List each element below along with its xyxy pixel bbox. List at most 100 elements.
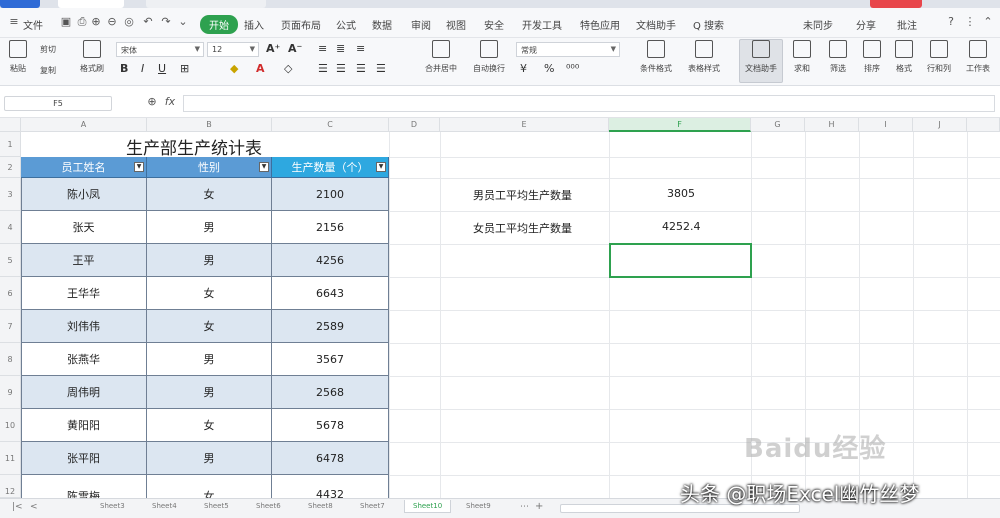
table-cell[interactable]: 黄阳阳 (21, 409, 147, 442)
sync-icon[interactable]: ◎ (123, 16, 135, 28)
bold-icon[interactable]: B (120, 62, 128, 75)
selected-cell-F5[interactable] (609, 243, 752, 278)
table-cell[interactable]: 男 (147, 211, 272, 244)
filter-dropdown-icon[interactable]: ▼ (376, 162, 386, 172)
share-button[interactable]: 分享 (856, 17, 876, 32)
percent-icon[interactable]: % (544, 62, 554, 75)
table-cell[interactable]: 女 (147, 277, 272, 310)
col-header-G[interactable]: G (751, 118, 805, 132)
sheet-tab-10[interactable]: Sheet10 (404, 500, 452, 513)
menu-tab-formulas[interactable]: 公式 (336, 17, 356, 32)
sheet-tab-7[interactable]: Sheet7 (360, 502, 385, 510)
row-header-8[interactable]: 8 (0, 343, 21, 376)
table-cell[interactable]: 刘伟伟 (21, 310, 147, 343)
table-cell[interactable]: 女 (147, 178, 272, 211)
menu-tab-security[interactable]: 安全 (484, 17, 504, 32)
more-sheets-icon[interactable]: ⋯ (520, 502, 529, 512)
row-header-12[interactable]: 12 (0, 475, 21, 498)
increase-font-icon[interactable]: A⁺ (266, 42, 280, 55)
col-header-E[interactable]: E (440, 118, 609, 132)
menu-tab-home[interactable]: 开始 (200, 15, 238, 34)
home-tab[interactable] (0, 0, 40, 8)
comment-button[interactable]: 批注 (897, 17, 917, 32)
row-header-3[interactable]: 3 (0, 178, 21, 211)
table-title[interactable]: 生产部生产统计表 (126, 134, 262, 159)
row-header-11[interactable]: 11 (0, 442, 21, 475)
table-cell[interactable]: 男 (147, 442, 272, 475)
redo-icon[interactable]: ↷ (160, 16, 172, 28)
table-cell[interactable]: 4432 (272, 475, 389, 498)
help-icon[interactable]: ? (945, 16, 957, 28)
sum-button[interactable]: 求和 (786, 40, 818, 74)
row-header-6[interactable]: 6 (0, 277, 21, 310)
table-cell[interactable]: 男 (147, 244, 272, 277)
align-top-icon[interactable]: ≡ (318, 42, 327, 55)
col-header-H[interactable]: H (805, 118, 859, 132)
zoom-icon[interactable]: ⊕ (146, 96, 158, 108)
format-button[interactable]: 格式 (888, 40, 920, 74)
prev-icon[interactable]: < (30, 502, 38, 512)
filter-dropdown-icon[interactable]: ▼ (259, 162, 269, 172)
col-header-I[interactable]: I (859, 118, 913, 132)
table-cell[interactable]: 王华华 (21, 277, 147, 310)
doc-tab-1[interactable] (58, 0, 124, 8)
col-header-D[interactable]: D (389, 118, 440, 132)
format-painter-button[interactable]: 格式刷 (74, 40, 110, 74)
table-cell[interactable]: 2100 (272, 178, 389, 211)
female-average-value[interactable]: 4252.4 (662, 220, 701, 233)
prev-sheet-icon[interactable]: |< (12, 502, 23, 512)
menu-tab-data[interactable]: 数据 (372, 17, 392, 32)
copy-button[interactable]: 复制 (40, 65, 56, 76)
underline-icon[interactable]: U (158, 62, 166, 75)
table-cell[interactable]: 2589 (272, 310, 389, 343)
border-icon[interactable]: ⊞ (180, 62, 189, 75)
table-style-button[interactable]: 表格样式 (684, 40, 724, 74)
col-header-K[interactable] (967, 118, 1000, 132)
table-cell[interactable]: 陈小凤 (21, 178, 147, 211)
header-quantity[interactable]: 生产数量（个） ▼ (272, 157, 389, 178)
col-header-B[interactable]: B (147, 118, 272, 132)
table-cell[interactable]: 5678 (272, 409, 389, 442)
filter-dropdown-icon[interactable]: ▼ (134, 162, 144, 172)
doc-tab-2[interactable] (146, 0, 266, 8)
font-size-select[interactable]: 12 ▼ (207, 42, 259, 57)
table-cell[interactable]: 女 (147, 310, 272, 343)
align-middle-icon[interactable]: ≣ (336, 42, 345, 55)
col-header-A[interactable]: A (21, 118, 147, 132)
chevron-down-icon[interactable]: ⌄ (177, 16, 189, 28)
thousands-icon[interactable]: ⁰⁰⁰ (566, 62, 579, 75)
table-cell[interactable]: 张平阳 (21, 442, 147, 475)
unsynced-status[interactable]: 未同步 (803, 17, 833, 32)
menu-tab-developer[interactable]: 开发工具 (522, 17, 562, 32)
wrap-text-button[interactable]: 自动换行 (466, 40, 512, 74)
menu-tab-page-layout[interactable]: 页面布局 (281, 17, 321, 32)
header-employee-name[interactable]: 员工姓名 ▼ (21, 157, 147, 178)
merge-center-button[interactable]: 合并居中 (418, 40, 464, 74)
search-button[interactable]: Q 搜索 (693, 17, 724, 32)
table-cell[interactable]: 张燕华 (21, 343, 147, 376)
row-col-button[interactable]: 行和列 (922, 40, 956, 74)
cut-button[interactable]: 剪切 (40, 44, 56, 55)
menu-tab-features[interactable]: 特色应用 (580, 17, 620, 32)
row-header-2[interactable]: 2 (0, 157, 21, 178)
menu-tab-view[interactable]: 视图 (446, 17, 466, 32)
table-cell[interactable]: 2568 (272, 376, 389, 409)
fx-icon[interactable]: fx (164, 96, 176, 108)
table-cell[interactable]: 周伟明 (21, 376, 147, 409)
male-average-label[interactable]: 男员工平均生产数量 (473, 187, 572, 203)
currency-icon[interactable]: ¥ (520, 62, 527, 75)
sort-button[interactable]: 排序 (856, 40, 888, 74)
sheet-tab-5[interactable]: Sheet5 (204, 502, 229, 510)
sheet-tab-3[interactable]: Sheet3 (100, 502, 125, 510)
col-header-J[interactable]: J (913, 118, 967, 132)
table-cell[interactable]: 男 (147, 343, 272, 376)
decrease-font-icon[interactable]: A⁻ (288, 42, 302, 55)
table-cell[interactable]: 3567 (272, 343, 389, 376)
table-cell[interactable]: 男 (147, 376, 272, 409)
row-header-7[interactable]: 7 (0, 310, 21, 343)
align-center-icon[interactable]: ☰ (336, 62, 346, 75)
font-name-select[interactable]: 宋体 ▼ (116, 42, 204, 57)
print-preview-icon[interactable]: ⊖ (106, 16, 118, 28)
sheet-tab-9[interactable]: Sheet9 (466, 502, 491, 510)
header-gender[interactable]: 性别 ▼ (147, 157, 272, 178)
